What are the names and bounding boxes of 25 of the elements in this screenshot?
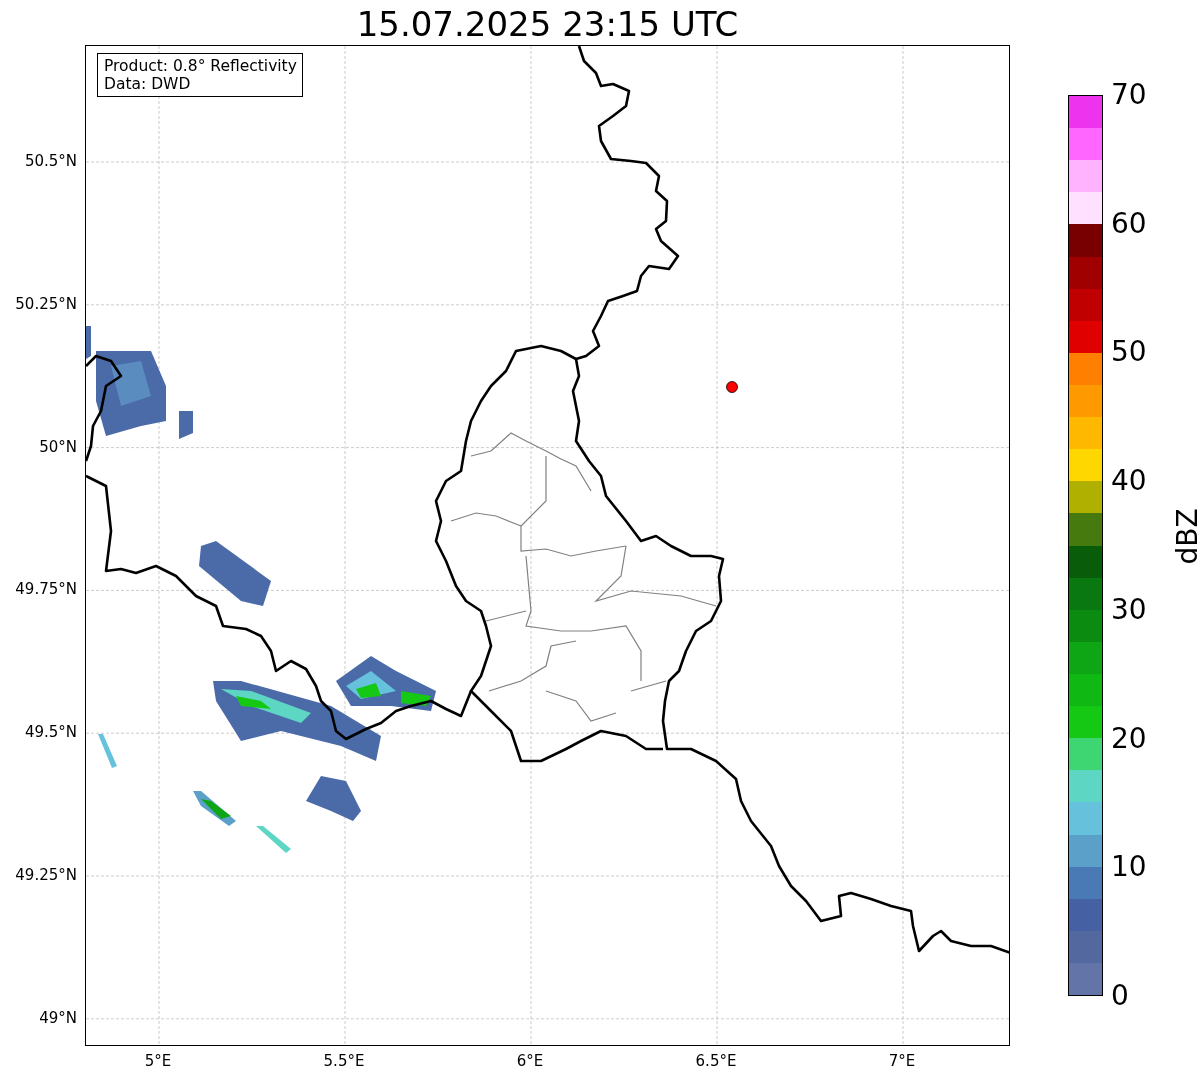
info-text: Product: 0.8° Reflectivity — [104, 57, 297, 75]
latitude-tick-label: 49.25°N — [15, 866, 77, 884]
colorbar-tick-label: 0 — [1111, 980, 1129, 1012]
colorbar-tick-label: 50 — [1111, 336, 1147, 369]
colorbar-tick-label: 20 — [1111, 722, 1147, 755]
location-marker — [726, 381, 738, 393]
colorbar-tick-label: 70 — [1111, 79, 1147, 111]
longitude-tick-label: 5°E — [144, 1052, 172, 1070]
latitude-tick-label: 49°N — [39, 1008, 77, 1027]
latitude-tick-label: 50.5°N — [24, 152, 77, 170]
colorbar-tick-label: 10 — [1111, 851, 1147, 884]
colorbar-tick-label: 40 — [1111, 465, 1147, 498]
chart-title: 15.07.2025 23:15 UTC — [356, 5, 739, 43]
colorbar-tick-label: 60 — [1111, 207, 1147, 240]
longitude-tick-label: 7°E — [888, 1052, 916, 1070]
latitude-tick-label: 50.25°N — [15, 294, 77, 313]
latitude-tick-label: 49.75°N — [15, 580, 77, 599]
colorbar-tick-label: 30 — [1111, 593, 1147, 626]
colorbar-label: dBZ — [1170, 508, 1202, 565]
latitude-tick-label: 50°N — [39, 437, 77, 456]
latitude-tick-label: 49.5°N — [24, 723, 77, 742]
info-text: Data: DWD — [104, 75, 192, 93]
longitude-tick-label: 6°E — [516, 1052, 544, 1070]
longitude-tick-label: 6.5°E — [695, 1052, 737, 1070]
longitude-tick-label: 5.5°E — [323, 1052, 365, 1070]
